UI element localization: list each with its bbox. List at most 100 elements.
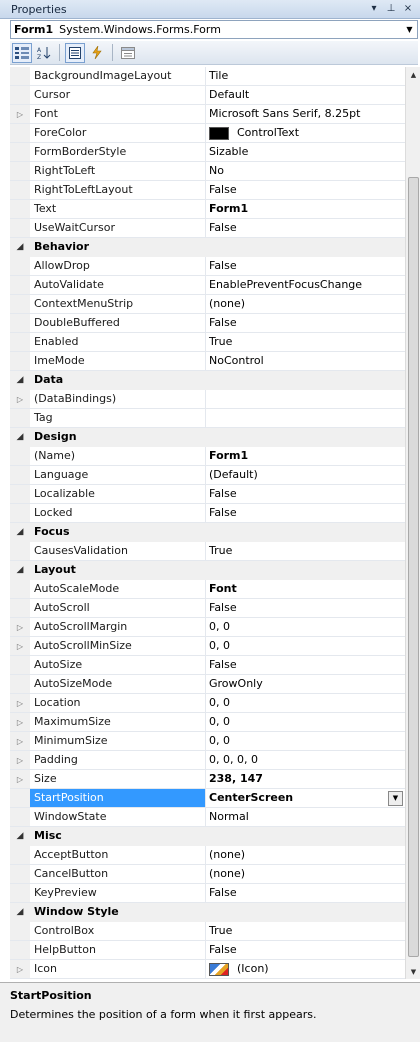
expand-icon[interactable]: ▷ bbox=[10, 732, 30, 750]
property-name[interactable]: MinimumSize bbox=[30, 732, 206, 750]
property-row[interactable]: ContextMenuStrip (none) bbox=[10, 295, 405, 314]
property-value[interactable]: False bbox=[206, 504, 405, 522]
property-value[interactable]: False bbox=[206, 314, 405, 332]
property-value[interactable]: True bbox=[206, 333, 405, 351]
property-row[interactable]: FormBorderStyle Sizable bbox=[10, 143, 405, 162]
properties-icon[interactable] bbox=[65, 42, 85, 63]
property-name[interactable]: AllowDrop bbox=[30, 257, 206, 275]
dropdown-arrow-icon[interactable]: ▼ bbox=[388, 790, 403, 806]
property-row[interactable]: ▷ Icon (Icon) bbox=[10, 960, 405, 979]
property-row-selected[interactable]: StartPosition CenterScreen ▼ bbox=[10, 789, 405, 808]
property-name[interactable]: AutoScrollMinSize bbox=[30, 637, 206, 655]
property-row[interactable]: AutoScroll False bbox=[10, 599, 405, 618]
property-name[interactable]: Text bbox=[30, 200, 206, 218]
property-value[interactable]: False bbox=[206, 257, 405, 275]
category-row[interactable]: ◢ Misc bbox=[10, 827, 405, 846]
property-row[interactable]: ControlBox True bbox=[10, 922, 405, 941]
property-value[interactable]: 0, 0, 0, 0 bbox=[206, 751, 405, 769]
expand-icon[interactable]: ▷ bbox=[10, 637, 30, 655]
property-row[interactable]: (Name) Form1 bbox=[10, 447, 405, 466]
property-row[interactable]: ▷ Padding 0, 0, 0, 0 bbox=[10, 751, 405, 770]
property-value[interactable]: 238, 147 bbox=[206, 770, 405, 788]
property-value[interactable]: False bbox=[206, 941, 405, 959]
property-row[interactable]: HelpButton False bbox=[10, 941, 405, 960]
vertical-scrollbar[interactable]: ▲ ▼ bbox=[405, 67, 420, 979]
property-name[interactable]: BackgroundImageLayout bbox=[30, 67, 206, 85]
property-value[interactable]: (none) bbox=[206, 846, 405, 864]
property-value[interactable]: False bbox=[206, 656, 405, 674]
property-name[interactable]: RightToLeft bbox=[30, 162, 206, 180]
collapse-icon[interactable]: ◢ bbox=[10, 827, 30, 845]
property-value[interactable]: Default bbox=[206, 86, 405, 104]
categorized-icon[interactable] bbox=[12, 42, 32, 63]
property-value[interactable]: False bbox=[206, 485, 405, 503]
object-selector[interactable]: Form1 System.Windows.Forms.Form ▼ bbox=[10, 20, 418, 39]
property-name[interactable]: UseWaitCursor bbox=[30, 219, 206, 237]
property-row[interactable]: AutoSize False bbox=[10, 656, 405, 675]
property-row[interactable]: AllowDrop False bbox=[10, 257, 405, 276]
property-name[interactable]: AutoSizeMode bbox=[30, 675, 206, 693]
property-row[interactable]: ForeColor ControlText bbox=[10, 124, 405, 143]
property-name[interactable]: AutoScroll bbox=[30, 599, 206, 617]
property-name[interactable]: Tag bbox=[30, 409, 206, 427]
category-row[interactable]: ◢ Window Style bbox=[10, 903, 405, 922]
property-name[interactable]: (Name) bbox=[30, 447, 206, 465]
property-value[interactable]: Normal bbox=[206, 808, 405, 826]
property-value[interactable]: True bbox=[206, 542, 405, 560]
property-value[interactable]: Sizable bbox=[206, 143, 405, 161]
property-name[interactable]: CancelButton bbox=[30, 865, 206, 883]
property-row[interactable]: Text Form1 bbox=[10, 200, 405, 219]
property-row[interactable]: ▷ MinimumSize 0, 0 bbox=[10, 732, 405, 751]
property-value[interactable]: NoControl bbox=[206, 352, 405, 370]
property-name[interactable]: MaximumSize bbox=[30, 713, 206, 731]
property-name[interactable]: AutoScrollMargin bbox=[30, 618, 206, 636]
property-row[interactable]: Cursor Default bbox=[10, 86, 405, 105]
property-row[interactable]: Locked False bbox=[10, 504, 405, 523]
property-name[interactable]: FormBorderStyle bbox=[30, 143, 206, 161]
collapse-icon[interactable]: ◢ bbox=[10, 561, 30, 579]
property-row[interactable]: AutoScaleMode Font bbox=[10, 580, 405, 599]
property-value[interactable]: No bbox=[206, 162, 405, 180]
chevron-down-icon[interactable]: ▼ bbox=[402, 21, 417, 38]
property-name[interactable]: AutoSize bbox=[30, 656, 206, 674]
alphabetical-icon[interactable]: AZ bbox=[34, 43, 54, 63]
scroll-down-arrow-icon[interactable]: ▼ bbox=[406, 964, 420, 979]
property-row[interactable]: ▷ MaximumSize 0, 0 bbox=[10, 713, 405, 732]
collapse-icon[interactable]: ◢ bbox=[10, 903, 30, 921]
property-name[interactable]: Cursor bbox=[30, 86, 206, 104]
property-name[interactable]: WindowState bbox=[30, 808, 206, 826]
expand-icon[interactable]: ▷ bbox=[10, 618, 30, 636]
property-name[interactable]: AutoValidate bbox=[30, 276, 206, 294]
category-row[interactable]: ◢ Layout bbox=[10, 561, 405, 580]
events-icon[interactable] bbox=[87, 43, 107, 63]
close-icon[interactable]: × bbox=[402, 2, 414, 16]
property-value[interactable]: False bbox=[206, 884, 405, 902]
category-row[interactable]: ◢ Data bbox=[10, 371, 405, 390]
property-value[interactable]: Microsoft Sans Serif, 8.25pt bbox=[206, 105, 405, 123]
expand-icon[interactable]: ▷ bbox=[10, 390, 30, 408]
property-value[interactable]: Font bbox=[206, 580, 405, 598]
property-name[interactable]: StartPosition bbox=[30, 789, 206, 807]
scrollbar-thumb[interactable] bbox=[408, 177, 419, 957]
pin-icon[interactable]: ⊥ bbox=[385, 2, 397, 16]
property-value[interactable] bbox=[206, 390, 405, 408]
property-name[interactable]: Location bbox=[30, 694, 206, 712]
property-row[interactable]: UseWaitCursor False bbox=[10, 219, 405, 238]
expand-icon[interactable]: ▷ bbox=[10, 960, 30, 978]
category-row[interactable]: ◢ Focus bbox=[10, 523, 405, 542]
property-value[interactable]: (none) bbox=[206, 865, 405, 883]
property-value[interactable]: ControlText bbox=[206, 124, 405, 142]
collapse-icon[interactable]: ◢ bbox=[10, 523, 30, 541]
expand-icon[interactable]: ▷ bbox=[10, 105, 30, 123]
property-name[interactable]: Size bbox=[30, 770, 206, 788]
property-row[interactable]: Localizable False bbox=[10, 485, 405, 504]
property-value[interactable]: (none) bbox=[206, 295, 405, 313]
property-value[interactable]: 0, 0 bbox=[206, 713, 405, 731]
category-row[interactable]: ◢ Behavior bbox=[10, 238, 405, 257]
property-value[interactable]: False bbox=[206, 181, 405, 199]
property-name[interactable]: Localizable bbox=[30, 485, 206, 503]
property-row[interactable]: CausesValidation True bbox=[10, 542, 405, 561]
property-name[interactable]: Padding bbox=[30, 751, 206, 769]
property-name[interactable]: Font bbox=[30, 105, 206, 123]
property-value[interactable]: 0, 0 bbox=[206, 637, 405, 655]
